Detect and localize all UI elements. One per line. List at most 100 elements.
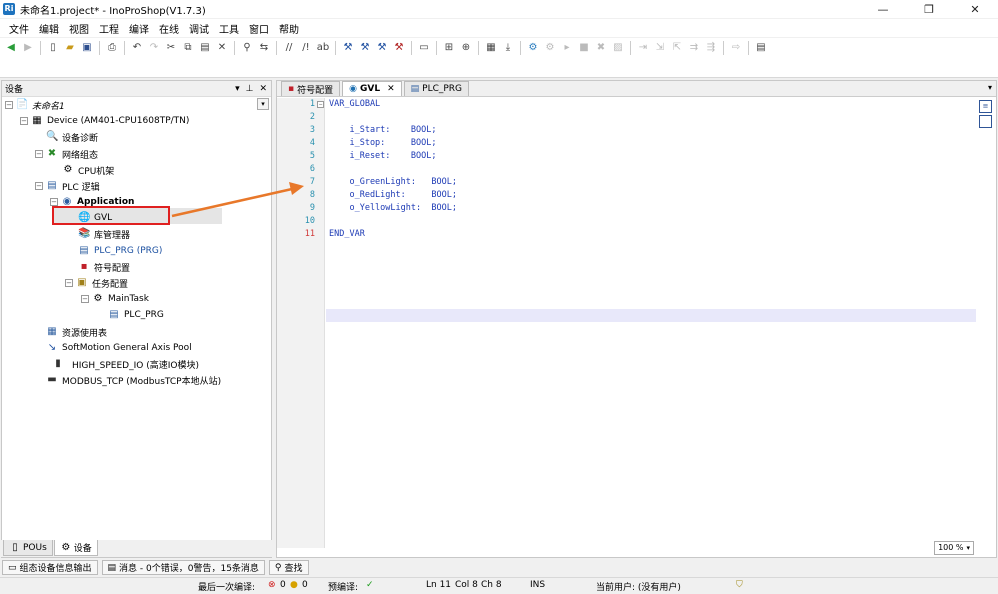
tree-item-library-manager[interactable]: 📚 库管理器 [78,226,130,242]
collapse-toggle[interactable]: − [65,279,73,287]
save-icon[interactable]: ▣ [80,41,94,55]
breakpoint-icon[interactable]: ▨ [611,41,625,55]
tab-find[interactable]: ⚲ 查找 [268,560,309,575]
pin-icon[interactable]: ⊥ [246,84,254,94]
tab-gvl[interactable]: ◉ GVL ✕ [342,81,402,96]
tree-item-device[interactable]: − ▦ Device (AM401-CPU1608TP/TN) [20,113,189,129]
back-icon[interactable]: ◀ [4,41,18,55]
tree-item-cpu-rack[interactable]: ⚙ CPU机架 [62,162,115,178]
force-values-icon[interactable]: ⇶ [704,41,718,55]
add-object-icon[interactable]: ⊕ [459,41,473,55]
code-line[interactable]: 4 i_Stop: BOOL; [277,137,977,150]
code-line[interactable]: 10 [277,215,977,228]
collapse-toggle[interactable]: − [5,101,13,109]
open-folder-icon[interactable]: ▰ [63,41,77,55]
tree-item-task-config[interactable]: − ▣ 任务配置 [65,275,128,291]
comment-icon[interactable]: // [282,41,296,55]
collapse-toggle[interactable]: − [81,295,89,303]
grid-icon[interactable]: ⊞ [442,41,456,55]
menu-project[interactable]: 工程 [94,21,124,36]
menu-online[interactable]: 在线 [154,21,184,36]
delete-icon[interactable]: ✕ [215,41,229,55]
window-icon[interactable]: ▭ [417,41,431,55]
menu-window[interactable]: 窗口 [244,21,274,36]
print-icon[interactable]: ⎙ [105,41,119,55]
build-all-icon[interactable]: ⚒ [375,41,389,55]
monitor-icon[interactable]: ▤ [754,41,768,55]
run-icon[interactable]: ▸ [560,41,574,55]
menu-file[interactable]: 文件 [4,21,34,36]
tree-item-network[interactable]: − ✖ 网络组态 [35,146,98,162]
find-icon[interactable]: ⚲ [240,41,254,55]
tree-item-modbus-tcp[interactable]: ▬ MODBUS_TCP (ModbusTCP本地从站) [46,372,221,388]
code-line[interactable]: 3 i_Start: BOOL; [277,124,977,137]
tab-pous[interactable]: ▯ POUs [3,540,53,556]
tree-item-axis-pool[interactable]: ↘ SoftMotion General Axis Pool [46,340,192,356]
replace-icon[interactable]: ⇆ [257,41,271,55]
panel-close-icon[interactable]: ✕ [259,84,267,94]
tab-symbol-config[interactable]: ▪ 符号配置 [281,81,341,96]
menu-edit[interactable]: 编辑 [34,21,64,36]
tree-item-resource-table[interactable]: ▦ 资源使用表 [46,324,107,340]
rebuild-icon[interactable]: ⚒ [358,41,372,55]
tab-plc-prg[interactable]: ▤ PLC_PRG [403,81,470,96]
menu-debug[interactable]: 调试 [184,21,214,36]
step-over-icon[interactable]: ⇥ [636,41,650,55]
restore-button[interactable]: ❐ [906,0,952,18]
stop-icon[interactable]: ■ [577,41,591,55]
user-shield-icon[interactable]: ⛉ [736,580,743,590]
code-line-current[interactable]: 11 END_VAR [277,228,977,241]
rename-icon[interactable]: ab [316,41,330,55]
logout-icon[interactable]: ⚙ [543,41,557,55]
tab-device-config-output[interactable]: ▭ 组态设备信息输出 [2,560,98,575]
copy-icon[interactable]: ⧉ [181,41,195,55]
collapse-toggle[interactable]: − [35,182,43,190]
tab-devices[interactable]: ⚙ 设备 [53,540,98,556]
step-into-icon[interactable]: ⇲ [653,41,667,55]
tree-item-diagnostics[interactable]: 🔍 设备诊断 [46,129,98,145]
login-icon[interactable]: ⚙ [526,41,540,55]
tree-item-high-speed-io[interactable]: ▮ HIGH_SPEED_IO (高速IO模块) [52,356,199,372]
collapse-toggle[interactable]: − [35,150,43,158]
code-line[interactable]: 2 [277,111,977,124]
collapse-toggle[interactable]: − [50,198,58,206]
build-icon[interactable]: ⚒ [341,41,355,55]
tree-item-symbol-config[interactable]: ▪ 符号配置 [78,259,130,275]
download-icon[interactable]: ⤓ [501,41,515,55]
tree-item-plc-logic[interactable]: − ▤ PLC 逻辑 [35,178,100,194]
code-line[interactable]: 1 − VAR_GLOBAL [277,98,977,111]
panel-menu-icon[interactable]: ▾ [235,84,240,94]
zoom-selector[interactable]: 100 % ▾ [934,541,974,555]
undo-icon[interactable]: ↶ [130,41,144,55]
tree-item-plc-prg-call[interactable]: ▤ PLC_PRG [108,307,164,323]
menu-build[interactable]: 编译 [124,21,154,36]
menu-help[interactable]: 帮助 [274,21,304,36]
redo-icon[interactable]: ↷ [147,41,161,55]
code-line[interactable]: 7 o_GreenLight: BOOL; [277,176,977,189]
minimize-button[interactable]: — [860,0,906,18]
step-out-icon[interactable]: ⇱ [670,41,684,55]
new-file-icon[interactable]: ▯ [46,41,60,55]
code-line[interactable]: 8 o_RedLight: BOOL; [277,189,977,202]
clean-icon[interactable]: ⚒ [392,41,406,55]
code-line[interactable]: 9 o_YellowLight: BOOL; [277,202,977,215]
tree-dropdown-button[interactable]: ▾ [257,98,269,110]
declaration-view-icon[interactable]: ≡ [979,100,992,113]
collapse-toggle[interactable]: − [20,117,28,125]
menu-view[interactable]: 视图 [64,21,94,36]
table-view-icon[interactable] [979,115,992,128]
cut-icon[interactable]: ✂ [164,41,178,55]
menu-tools[interactable]: 工具 [214,21,244,36]
write-values-icon[interactable]: ⇉ [687,41,701,55]
close-window-button[interactable]: ✕ [952,0,998,18]
code-line[interactable]: 5 i_Reset: BOOL; [277,150,977,163]
close-icon[interactable]: ✕ [387,84,395,94]
reset-icon[interactable]: ✖ [594,41,608,55]
device-scan-icon[interactable]: ▦ [484,41,498,55]
next-statement-icon[interactable]: ⇨ [729,41,743,55]
tree-item-project[interactable]: − 📄 未命名1 [5,97,65,113]
fold-toggle-icon[interactable]: − [317,101,324,108]
code-line[interactable]: 6 [277,163,977,176]
uncomment-icon[interactable]: /! [299,41,313,55]
forward-icon[interactable]: ▶ [21,41,35,55]
